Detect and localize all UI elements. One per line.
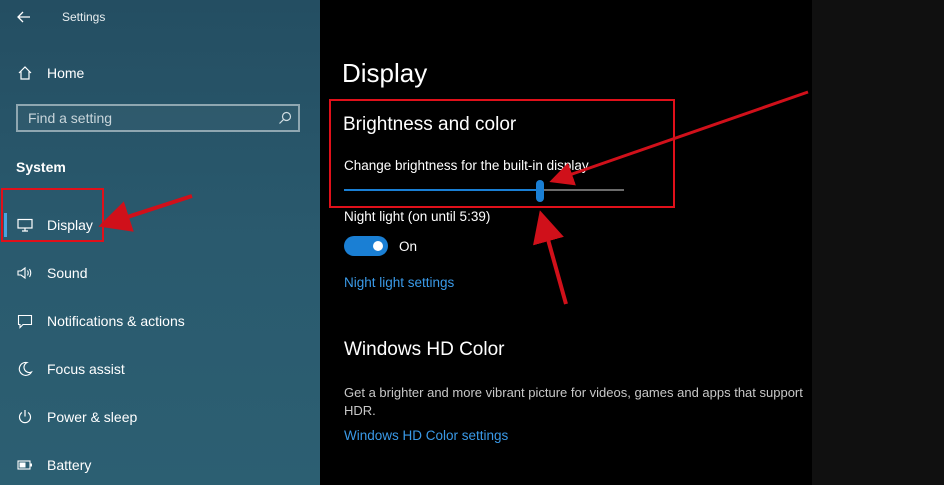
sidebar-item-battery[interactable]: Battery <box>0 445 320 485</box>
home-nav-item[interactable]: Home <box>0 53 320 93</box>
hd-color-heading: Windows HD Color <box>344 339 505 360</box>
battery-icon <box>16 456 34 474</box>
power-icon <box>16 408 34 426</box>
page-title: Display <box>342 58 428 88</box>
night-light-settings-link[interactable]: Night light settings <box>344 275 454 290</box>
sidebar-item-label: Battery <box>47 457 92 473</box>
background-edge <box>812 0 944 485</box>
section-heading: System <box>16 159 66 175</box>
search-input[interactable] <box>18 106 268 130</box>
sidebar-item-label: Notifications & actions <box>47 313 185 329</box>
annotation-box-brightness <box>329 99 675 208</box>
night-light-state: On <box>399 239 418 254</box>
annotation-box-display <box>1 188 104 242</box>
sidebar-item-label: Focus assist <box>47 361 125 377</box>
message-icon <box>16 312 34 330</box>
back-button[interactable] <box>8 4 40 30</box>
hd-color-settings-link[interactable]: Windows HD Color settings <box>344 428 508 443</box>
sidebar-item-sound[interactable]: Sound <box>0 253 320 293</box>
title-bar: Settings <box>0 0 320 34</box>
home-label: Home <box>47 65 85 81</box>
sidebar: Settings Home System Display Sound Notif… <box>0 0 320 485</box>
search-box <box>16 104 300 132</box>
home-icon <box>16 64 34 82</box>
main-content: Display Brightness and color Change brig… <box>320 0 812 485</box>
night-light-toggle[interactable] <box>344 236 388 256</box>
sidebar-item-label: Sound <box>47 265 88 281</box>
moon-icon <box>16 360 34 378</box>
sidebar-item-label: Power & sleep <box>47 409 138 425</box>
toggle-knob <box>373 241 383 251</box>
hd-color-description: Get a brighter and more vibrant picture … <box>344 385 803 418</box>
search-icon[interactable] <box>277 110 293 126</box>
sidebar-item-notifications[interactable]: Notifications & actions <box>0 301 320 341</box>
speaker-icon <box>16 264 34 282</box>
night-light-label: Night light (on until 5:39) <box>344 209 491 224</box>
back-arrow-icon <box>17 11 30 23</box>
window-title: Settings <box>62 10 106 24</box>
sidebar-item-focus-assist[interactable]: Focus assist <box>0 349 320 389</box>
sidebar-item-power-sleep[interactable]: Power & sleep <box>0 397 320 437</box>
